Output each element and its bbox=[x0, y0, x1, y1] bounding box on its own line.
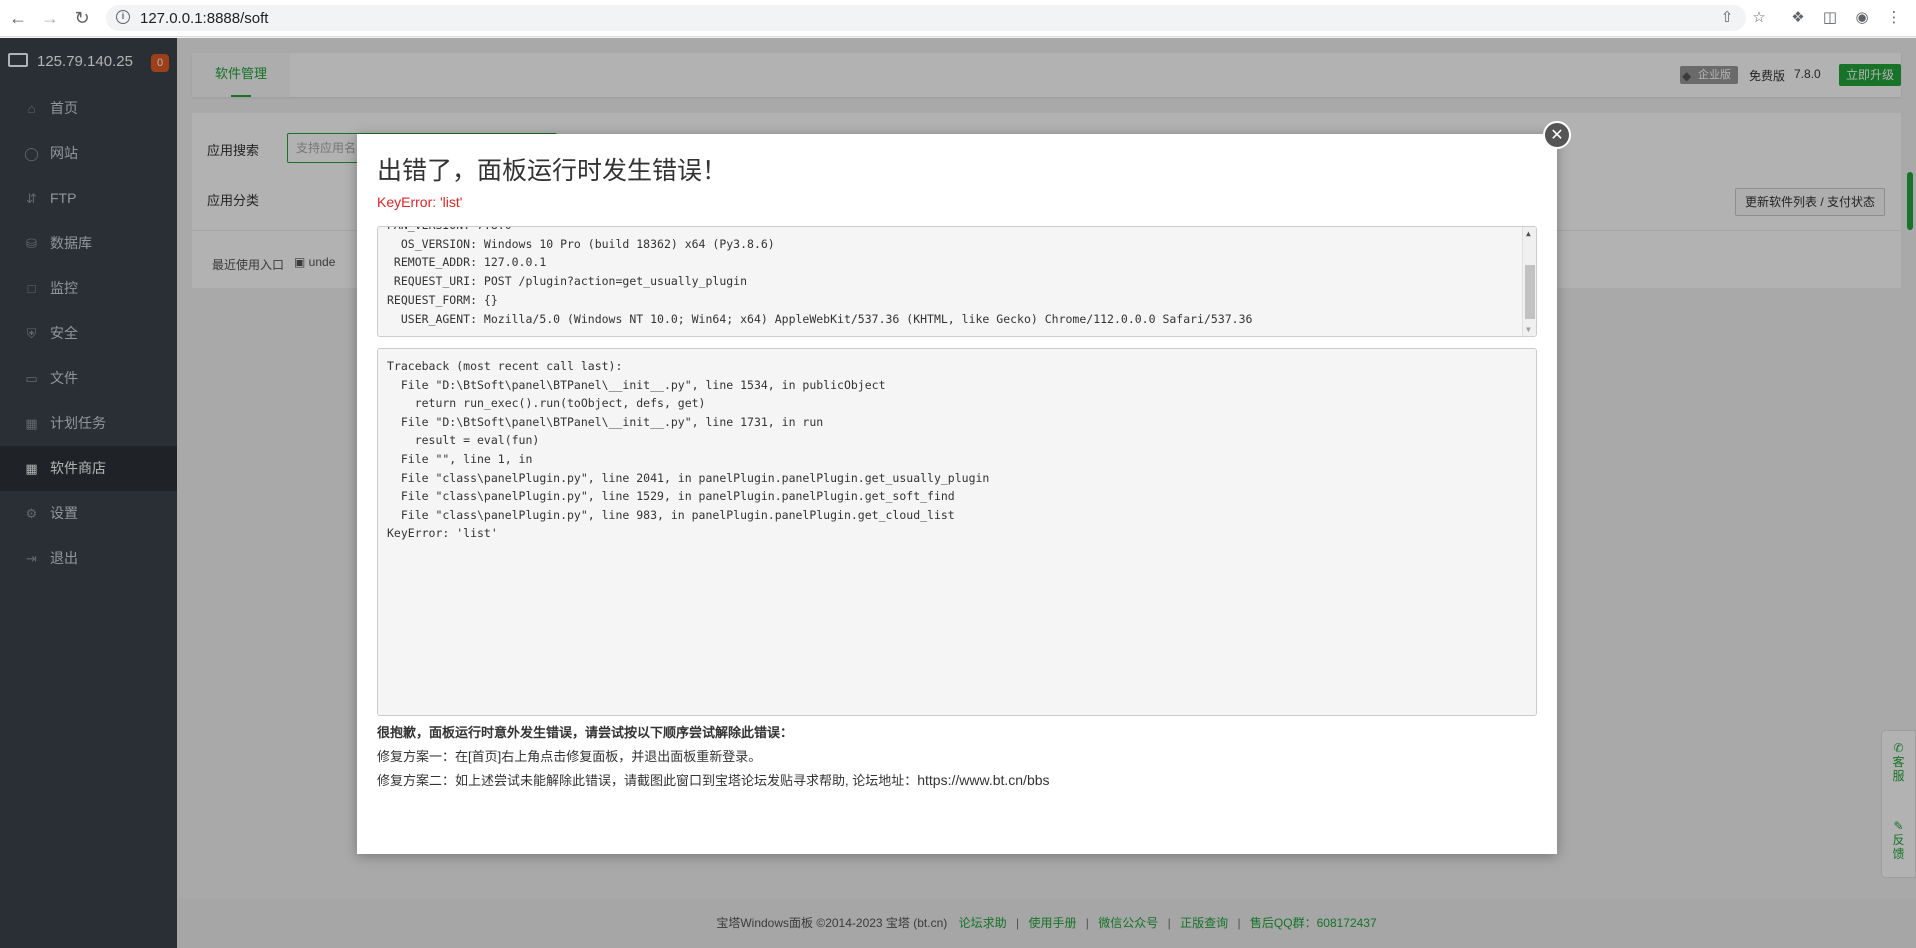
fix-option-two: 修复方案二：如上述尝试未能解除此错误，请截图此窗口到宝塔论坛发贴寻求帮助, 论坛… bbox=[377, 770, 1050, 789]
code-line: KeyError: 'list' bbox=[387, 526, 498, 541]
extensions-icon[interactable]: ❖ bbox=[1789, 9, 1807, 27]
profile-icon[interactable]: ◉ bbox=[1853, 9, 1871, 27]
traceback-box[interactable]: Traceback (most recent call last): File … bbox=[377, 348, 1537, 716]
menu-kebab-icon[interactable]: ⋮ bbox=[1885, 9, 1903, 27]
site-info-icon[interactable]: i bbox=[116, 10, 130, 24]
environment-info-box[interactable]: PAN_VERSION: 7.8.0 OS_VERSION: Windows 1… bbox=[377, 226, 1537, 337]
forum-url[interactable]: https://www.bt.cn/bbs bbox=[917, 772, 1049, 788]
fix-option-one: 修复方案一：在[首页]右上角点击修复面板，并退出面板重新登录。 bbox=[377, 749, 762, 764]
back-arrow-icon[interactable]: ← bbox=[8, 8, 28, 28]
address-bar[interactable]: i 127.0.0.1:8888/soft bbox=[106, 5, 1746, 31]
traceback-text: Traceback (most recent call last): File … bbox=[387, 357, 989, 543]
browser-toolbar: ← → ↻ i 127.0.0.1:8888/soft ⇧ ☆ ❖ ◫ ◉ ⋮ bbox=[0, 0, 1916, 37]
code-line: REQUEST_URI: POST /plugin?action=get_usu… bbox=[387, 274, 748, 289]
error-message: KeyError: 'list' bbox=[377, 194, 463, 210]
code-line: REQUEST_FORM: {} bbox=[387, 292, 498, 307]
apology-text: 很抱歉，面板运行时意外发生错误，请尝试按以下顺序尝试解除此错误： bbox=[377, 725, 794, 740]
share-icon[interactable]: ⇧ bbox=[1718, 9, 1736, 27]
code-line: File "D:\BtSoft\panel\BTPanel\__init__.p… bbox=[387, 377, 886, 392]
code-line: File "D:\BtSoft\panel\BTPanel\__init__.p… bbox=[387, 414, 824, 429]
error-dialog: ✕ 出错了，面板运行时发生错误！ KeyError: 'list' PAN_VE… bbox=[357, 121, 1571, 854]
code-line: OS_VERSION: Windows 10 Pro (build 18362)… bbox=[387, 236, 775, 251]
code-line: USER_AGENT: Mozilla/5.0 (Windows NT 10.0… bbox=[387, 311, 1253, 326]
forward-arrow-icon[interactable]: → bbox=[40, 8, 60, 28]
code-line: File "class\panelPlugin.py", line 1529, … bbox=[387, 489, 955, 504]
scrollbar-thumb[interactable] bbox=[1525, 265, 1535, 319]
dialog-title: 出错了，面板运行时发生错误！ bbox=[377, 157, 728, 185]
code-line: return run_exec().run(toObject, defs, ge… bbox=[387, 396, 706, 411]
url-text[interactable]: 127.0.0.1:8888/soft bbox=[140, 10, 268, 27]
environment-info-text: PAN_VERSION: 7.8.0 OS_VERSION: Windows 1… bbox=[387, 227, 1253, 328]
scroll-down-icon[interactable]: ▼ bbox=[1526, 325, 1531, 334]
close-icon[interactable]: ✕ bbox=[1543, 121, 1571, 149]
reload-icon[interactable]: ↻ bbox=[72, 8, 92, 28]
code-line: File "class\panelPlugin.py", line 983, i… bbox=[387, 507, 955, 522]
side-panel-icon[interactable]: ◫ bbox=[1821, 9, 1839, 27]
code-line: result = eval(fun) bbox=[387, 433, 540, 448]
code-line: PAN_VERSION: 7.8.0 bbox=[387, 227, 1252, 235]
code-line: File "", line 1, in bbox=[387, 451, 533, 466]
scrollbar[interactable]: ▲ ▼ bbox=[1522, 227, 1536, 336]
fix-option-two-text: 修复方案二：如上述尝试未能解除此错误，请截图此窗口到宝塔论坛发贴寻求帮助, 论坛… bbox=[377, 773, 918, 788]
code-line: Traceback (most recent call last): bbox=[387, 359, 623, 373]
code-line: File "class\panelPlugin.py", line 2041, … bbox=[387, 470, 990, 485]
scroll-up-icon[interactable]: ▲ bbox=[1526, 229, 1531, 238]
code-line: REMOTE_ADDR: 127.0.0.1 bbox=[387, 255, 547, 270]
bookmark-star-icon[interactable]: ☆ bbox=[1750, 9, 1768, 27]
